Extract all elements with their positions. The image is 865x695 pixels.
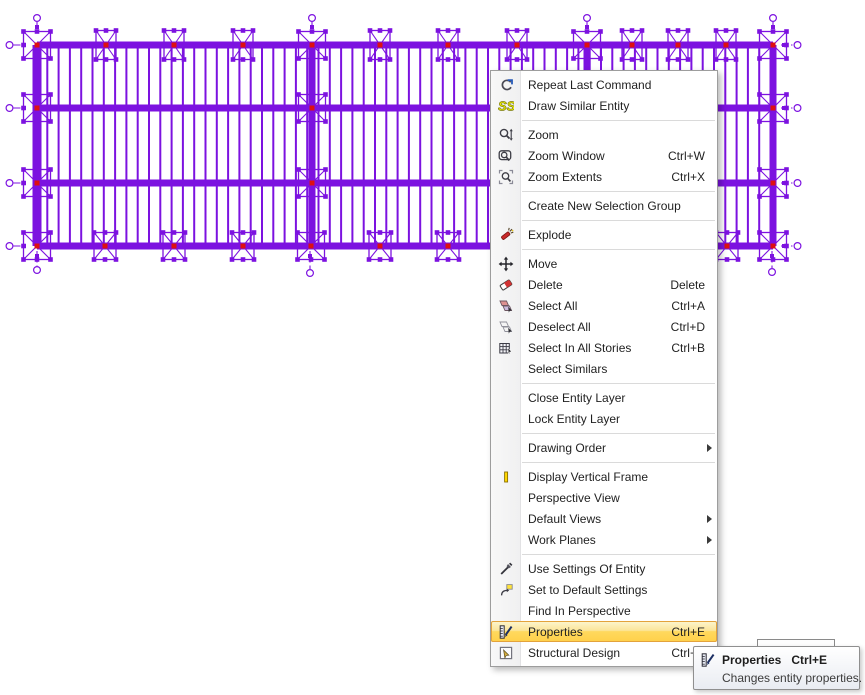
zoom-icon (491, 127, 520, 143)
move-icon (491, 256, 520, 272)
menu-item-label: Explode (520, 228, 705, 242)
menu-item-shortcut: Delete (670, 278, 717, 292)
submenu-arrow-icon (707, 515, 712, 523)
menu-item-label: Repeat Last Command (520, 78, 705, 92)
menu-separator (491, 379, 717, 387)
properties-icon (700, 652, 716, 668)
zoom-extents-icon (491, 169, 520, 185)
menu-item-label: Close Entity Layer (520, 391, 705, 405)
menu-item-drawing-order[interactable]: Drawing Order (491, 437, 717, 458)
menu-item-properties[interactable]: Properties Ctrl+E (491, 621, 717, 642)
menu-item-shortcut: Ctrl+D (671, 320, 717, 334)
menu-item-default-views[interactable]: Default Views (491, 508, 717, 529)
menu-item-shortcut: Ctrl+X (671, 170, 717, 184)
menu-item-explode[interactable]: Explode (491, 224, 717, 245)
menu-item-label: Select Similars (520, 362, 705, 376)
menu-item-label: Work Planes (520, 533, 717, 547)
menu-item-label: Draw Similar Entity (520, 99, 705, 113)
menu-item-perspective-view[interactable]: Perspective View (491, 487, 717, 508)
menu-item-select-all[interactable]: Select All Ctrl+A (491, 295, 717, 316)
menu-item-zoom[interactable]: Zoom (491, 124, 717, 145)
tooltip-description: Changes entity properties. (722, 671, 851, 685)
vertical-frame-icon (491, 469, 520, 485)
menu-item-deselect-all[interactable]: Deselect All Ctrl+D (491, 316, 717, 337)
menu-item-zoom-window[interactable]: Zoom Window Ctrl+W (491, 145, 717, 166)
menu-item-label: Default Views (520, 512, 717, 526)
menu-separator (491, 245, 717, 253)
menu-item-repeat-last-command[interactable]: Repeat Last Command (491, 74, 717, 95)
select-all-icon (491, 298, 520, 314)
menu-item-label: Lock Entity Layer (520, 412, 705, 426)
tooltip-shortcut: Ctrl+E (791, 653, 827, 667)
menu-item-label: Properties (520, 625, 671, 639)
menu-item-label: Create New Selection Group (520, 199, 705, 213)
menu-item-create-new-selection-group[interactable]: Create New Selection Group (491, 195, 717, 216)
menu-separator (491, 116, 717, 124)
menu-item-label: Use Settings Of Entity (520, 562, 705, 576)
menu-item-label: Deselect All (520, 320, 671, 334)
submenu-arrow-icon (707, 444, 712, 452)
menu-separator (491, 429, 717, 437)
menu-item-select-in-all-stories[interactable]: Select In All Stories Ctrl+B (491, 337, 717, 358)
menu-separator (491, 216, 717, 224)
menu-item-label: Zoom Extents (520, 170, 671, 184)
menu-item-label: Perspective View (520, 491, 705, 505)
menu-separator (491, 187, 717, 195)
menu-item-label: Select In All Stories (520, 341, 671, 355)
menu-item-label: Zoom (520, 128, 705, 142)
menu-item-shortcut: Ctrl+A (671, 299, 717, 313)
menu-item-display-vertical-frame[interactable]: Display Vertical Frame (491, 466, 717, 487)
delete-icon (491, 277, 520, 293)
menu-item-select-similars[interactable]: Select Similars (491, 358, 717, 379)
menu-item-shortcut: Ctrl+B (671, 341, 717, 355)
menu-item-label: Find In Perspective (520, 604, 705, 618)
menu-item-close-entity-layer[interactable]: Close Entity Layer (491, 387, 717, 408)
repeat-icon (491, 77, 520, 93)
menu-item-label: Move (520, 257, 705, 271)
menu-item-label: Select All (520, 299, 671, 313)
menu-item-label: Drawing Order (520, 441, 717, 455)
submenu-arrow-icon (707, 536, 712, 544)
select-stories-icon (491, 340, 520, 356)
menu-item-structural-design[interactable]: Structural Design Ctrl+E (491, 642, 717, 663)
app-canvas: { "drawing": { "color": "#7c12e0", "node… (0, 0, 865, 695)
structural-design-icon (491, 645, 520, 661)
menu-item-draw-similar-entity[interactable]: Draw Similar Entity (491, 95, 717, 116)
menu-item-label: Structural Design (520, 646, 671, 660)
menu-item-zoom-extents[interactable]: Zoom Extents Ctrl+X (491, 166, 717, 187)
deselect-all-icon (491, 319, 520, 335)
menu-item-find-in-perspective[interactable]: Find In Perspective (491, 600, 717, 621)
explode-icon (491, 227, 520, 243)
menu-separator (491, 458, 717, 466)
menu-item-use-settings-of-entity[interactable]: Use Settings Of Entity (491, 558, 717, 579)
menu-item-work-planes[interactable]: Work Planes (491, 529, 717, 550)
draw-similar-icon (491, 98, 520, 114)
menu-item-shortcut: Ctrl+E (671, 625, 717, 639)
properties-icon (491, 624, 520, 640)
eyedropper-icon (491, 561, 520, 577)
menu-item-label: Set to Default Settings (520, 583, 705, 597)
structural-plan-drawing[interactable] (0, 0, 865, 695)
context-menu: Repeat Last Command Draw Similar Entity … (490, 70, 718, 667)
menu-item-shortcut: Ctrl+W (668, 149, 717, 163)
menu-item-move[interactable]: Move (491, 253, 717, 274)
menu-item-set-to-default-settings[interactable]: Set to Default Settings (491, 579, 717, 600)
default-settings-icon (491, 582, 520, 598)
menu-item-lock-entity-layer[interactable]: Lock Entity Layer (491, 408, 717, 429)
tooltip-title: Properties (722, 653, 781, 667)
menu-item-label: Display Vertical Frame (520, 470, 705, 484)
zoom-window-icon (491, 148, 520, 164)
properties-tooltip: Properties Ctrl+E Changes entity propert… (693, 646, 860, 690)
menu-item-label: Zoom Window (520, 149, 668, 163)
menu-item-delete[interactable]: Delete Delete (491, 274, 717, 295)
menu-separator (491, 550, 717, 558)
menu-item-label: Delete (520, 278, 670, 292)
